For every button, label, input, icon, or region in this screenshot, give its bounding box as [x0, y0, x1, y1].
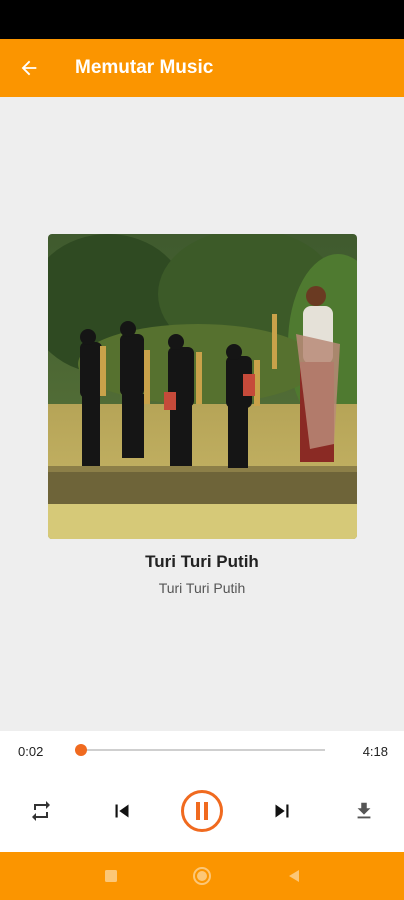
- next-button[interactable]: [260, 789, 304, 833]
- download-button[interactable]: [342, 789, 386, 833]
- back-triangle-icon: [289, 870, 299, 882]
- recents-button[interactable]: [99, 864, 123, 888]
- pause-button[interactable]: [180, 789, 224, 833]
- player-controls: 0:02 4:18: [0, 731, 404, 852]
- now-playing-area: Turi Turi Putih Turi Turi Putih: [0, 97, 404, 731]
- pause-icon: [181, 790, 223, 832]
- skip-previous-icon: [115, 804, 129, 818]
- album-art: [48, 234, 357, 539]
- page-title: Memutar Music: [75, 57, 214, 78]
- seek-bar-thumb[interactable]: [74, 744, 87, 756]
- duration: 4:18: [362, 744, 388, 759]
- system-nav-bar: [0, 852, 404, 900]
- previous-button[interactable]: [100, 789, 144, 833]
- download-icon: [357, 802, 371, 819]
- skip-next-icon: [275, 804, 289, 818]
- song-title: Turi Turi Putih: [145, 552, 259, 571]
- back-nav-button[interactable]: [282, 864, 306, 888]
- app-bar: Memutar Music: [0, 39, 404, 97]
- repeat-button[interactable]: [19, 789, 63, 833]
- back-button[interactable]: [0, 39, 58, 97]
- seek-bar[interactable]: [74, 744, 325, 756]
- home-button[interactable]: [190, 864, 214, 888]
- home-circle-icon: [193, 867, 211, 885]
- repeat-icon: [32, 801, 50, 821]
- song-artist: Turi Turi Putih: [158, 580, 246, 596]
- status-bar: [0, 0, 404, 39]
- recents-square-icon: [105, 870, 117, 882]
- current-time: 0:02: [18, 744, 44, 759]
- arrow-left-icon: [21, 60, 37, 76]
